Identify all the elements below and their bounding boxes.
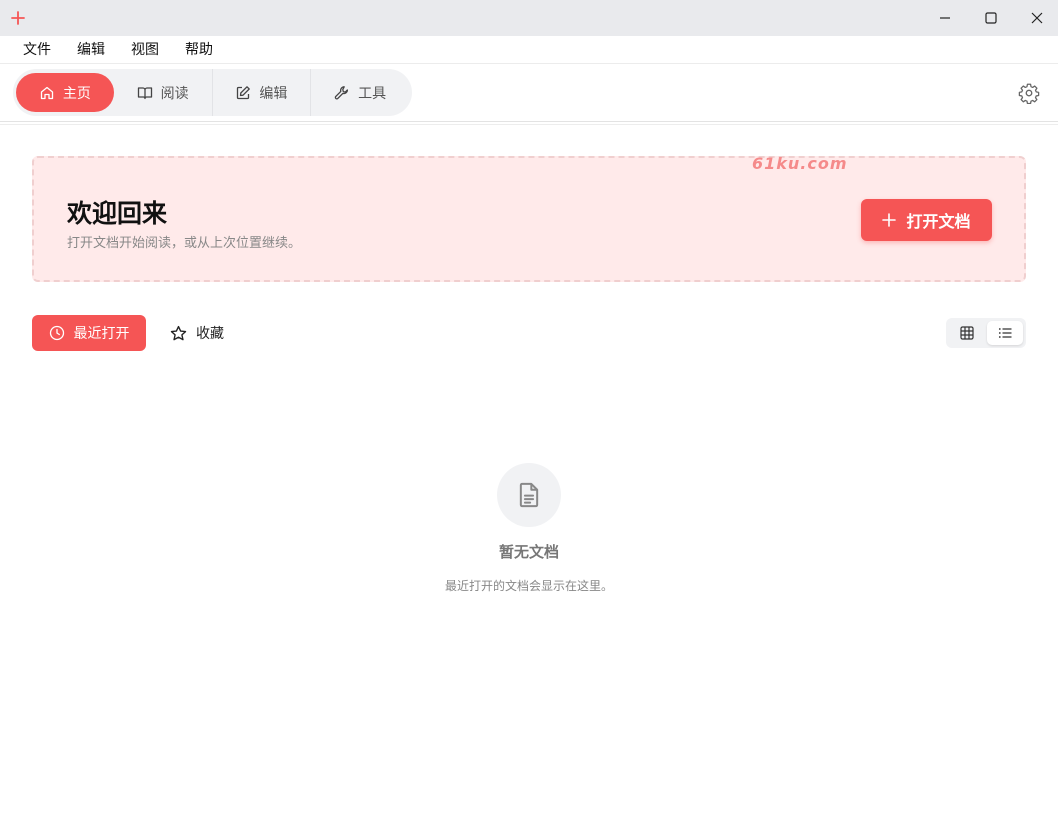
edit-icon [237,85,251,99]
plus-icon [882,213,897,227]
view-mode-toggle [946,318,1026,348]
empty-state-subtitle: 最近打开的文档会显示在这里。 [444,579,613,593]
tab-tools-label: 工具 [358,85,387,102]
home-icon [40,86,54,99]
menu-help[interactable]: 帮助 [172,36,226,64]
empty-state-icon-container [497,463,561,527]
book-icon [137,86,152,99]
tab-read[interactable]: 阅读 [114,73,212,112]
toolbar: 主页 阅读 编辑 工具 [0,64,1058,125]
empty-state-title: 暂无文档 [498,543,559,561]
wrench-icon [334,85,349,99]
main-tabs: 主页 阅读 编辑 工具 [13,69,412,116]
banner-subtitle: 打开文档开始阅读，或从上次位置继续。 [67,236,302,251]
minimize-icon [940,17,950,19]
grid-icon [960,326,974,340]
close-icon [1031,12,1043,24]
filter-recent-label: 最近打开 [73,326,130,342]
clock-icon [49,325,64,341]
star-icon [170,325,187,340]
filter-favorites-button[interactable]: 收藏 [160,315,234,351]
filter-recent-button[interactable]: 最近打开 [32,315,146,351]
tab-edit[interactable]: 编辑 [213,73,311,112]
tab-edit-label: 编辑 [259,85,288,102]
welcome-banner: 61ku.com 欢迎回来 打开文档开始阅读，或从上次位置继续。 打开文档 [32,154,1026,282]
tab-home[interactable]: 主页 [16,73,114,112]
tab-tools[interactable]: 工具 [311,73,409,112]
close-button[interactable] [1014,0,1058,36]
maximize-button[interactable] [968,0,1014,36]
list-view-button[interactable] [987,321,1023,345]
open-document-button[interactable]: 打开文档 [861,199,992,241]
tab-home-label: 主页 [62,85,91,102]
menu-file[interactable]: 文件 [10,36,64,64]
menu-bar: 文件 编辑 视图 帮助 [0,36,1058,64]
grid-view-button[interactable] [949,321,985,345]
plus-icon [11,11,25,25]
document-icon [519,482,539,508]
minimize-button[interactable] [922,0,968,36]
maximize-icon [985,12,997,24]
tab-read-label: 阅读 [160,85,189,102]
menu-view[interactable]: 视图 [118,36,172,64]
watermark: 61ku.com [752,154,848,173]
filter-favorites-label: 收藏 [196,326,224,342]
open-document-label: 打开文档 [906,212,971,231]
title-bar [0,0,1058,36]
gear-icon[interactable] [1018,82,1040,104]
list-icon [998,328,1012,338]
banner-title: 欢迎回来 [67,199,168,228]
menu-edit[interactable]: 编辑 [64,36,118,64]
